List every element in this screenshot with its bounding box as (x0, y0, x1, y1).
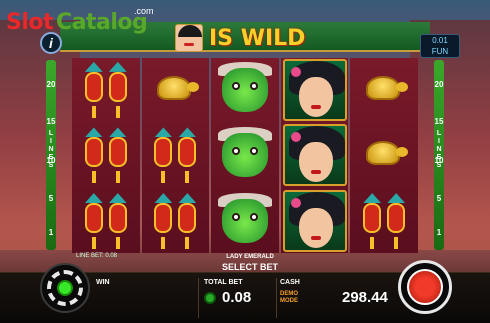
settings-button[interactable] (40, 263, 90, 313)
dragon-wild-symbol-icon (216, 61, 274, 118)
reel-cell (211, 124, 279, 188)
coin-mode: FUN (431, 47, 449, 56)
reel (350, 58, 418, 253)
turtle-symbol-icon (360, 137, 409, 173)
line-number: 20 (46, 80, 56, 89)
reel-cell (281, 189, 349, 253)
reel-cell (350, 58, 418, 122)
lady-avatar-icon (175, 24, 203, 52)
line-number: 15 (46, 117, 56, 126)
demo-mode-text: DEMO MODE (280, 291, 298, 304)
reel-cell (281, 58, 349, 122)
reel-cell (142, 58, 210, 122)
total-bet-value: 0.08 (222, 289, 252, 306)
lantern-symbol-icon (150, 127, 200, 184)
brand-slot-text: Slot (6, 10, 54, 35)
lady-emerald-symbol-icon (282, 124, 347, 187)
lantern-symbol-icon (150, 193, 200, 250)
dragon-wild-symbol-icon (216, 127, 274, 183)
coin-value: 0.01 (432, 36, 448, 45)
line-number: 5 (48, 194, 54, 203)
reel-cell (72, 58, 140, 122)
page-title: IS WILD (209, 25, 306, 51)
line-bet-text: LINE BET: 0.08 (76, 253, 118, 259)
reel-cell (142, 189, 210, 253)
turtle-symbol-icon (151, 72, 200, 108)
info-icon: i (49, 35, 53, 51)
lines-indicator-left: 20 15 10 5 1 LINES (40, 60, 62, 250)
dragon-wild-symbol-icon (216, 193, 274, 249)
lantern-symbol-icon (81, 127, 131, 184)
line-number: 20 (434, 80, 444, 89)
reel (72, 58, 140, 253)
total-bet-label: TOTAL BET (204, 279, 243, 286)
win-label: WIN (96, 279, 110, 286)
info-button[interactable]: i (40, 32, 62, 54)
lines-label: LINES (48, 130, 54, 169)
select-bet-button[interactable]: SELECT BET (213, 262, 287, 272)
reel-cell (350, 124, 418, 188)
gear-icon (47, 270, 83, 306)
reel-cell (72, 189, 140, 253)
lantern-symbol-icon (359, 193, 409, 250)
reel-cell (142, 124, 210, 188)
lines-indicator-right: 20 15 10 5 1 LINES (428, 60, 450, 250)
spin-arrows-icon (407, 269, 443, 305)
reel-cell (281, 124, 349, 188)
brand-com-text: .com (134, 6, 154, 16)
reel-cell (211, 189, 279, 253)
line-number: 15 (434, 117, 444, 126)
cash-value: 298.44 (342, 289, 388, 306)
lady-emerald-symbol-icon (282, 190, 347, 253)
title-banner: IS WILD (175, 24, 325, 52)
line-number: 1 (436, 228, 442, 237)
spin-button[interactable] (398, 260, 452, 314)
brand-logo: Slot Catalog .com (6, 6, 156, 40)
reels-grid (72, 58, 418, 253)
divider (198, 278, 199, 318)
line-number: 5 (436, 194, 442, 203)
lady-emerald-symbol-icon (282, 58, 347, 121)
coin-value-button[interactable]: 0.01 FUN (420, 34, 460, 58)
coins-icon[interactable] (204, 292, 216, 304)
turtle-symbol-icon (360, 72, 409, 108)
reel-cell (350, 189, 418, 253)
reel-cell (72, 124, 140, 188)
line-number: 1 (48, 228, 54, 237)
reel-cell (211, 58, 279, 122)
lines-label: LINES (436, 130, 442, 169)
reel (280, 58, 349, 253)
divider (276, 278, 277, 318)
lantern-symbol-icon (81, 193, 131, 250)
reel (211, 58, 279, 253)
gear-center (57, 280, 73, 296)
reel (141, 58, 210, 253)
symbol-caption: LADY EMERALD (226, 254, 274, 260)
cash-label: CASH (280, 279, 300, 286)
lantern-symbol-icon (81, 61, 131, 118)
